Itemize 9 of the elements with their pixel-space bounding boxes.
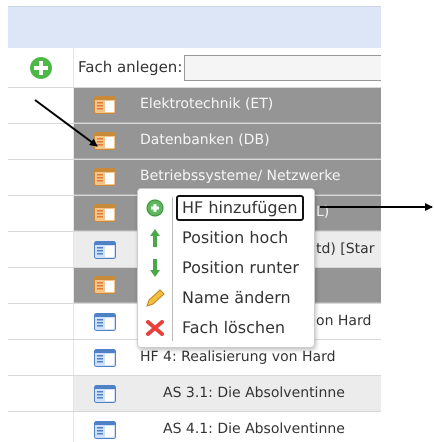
row-label: AS 4.1: Die Absolventinne — [163, 420, 345, 439]
row-label: HF 4: Realisierung von Hard — [140, 348, 336, 367]
row-label: Elektrotechnik (ET) — [140, 95, 274, 114]
row-label: AS 3.1: Die Absolventinne — [163, 384, 345, 403]
row-label: Datenbanken (DB) — [140, 131, 270, 150]
field-label: Fach anlegen: — [78, 57, 182, 78]
row-label: on Hard — [316, 312, 372, 331]
row-label: td) [Star — [316, 240, 374, 259]
row-label: Betriebssysteme/ Netzwerke — [140, 167, 341, 186]
